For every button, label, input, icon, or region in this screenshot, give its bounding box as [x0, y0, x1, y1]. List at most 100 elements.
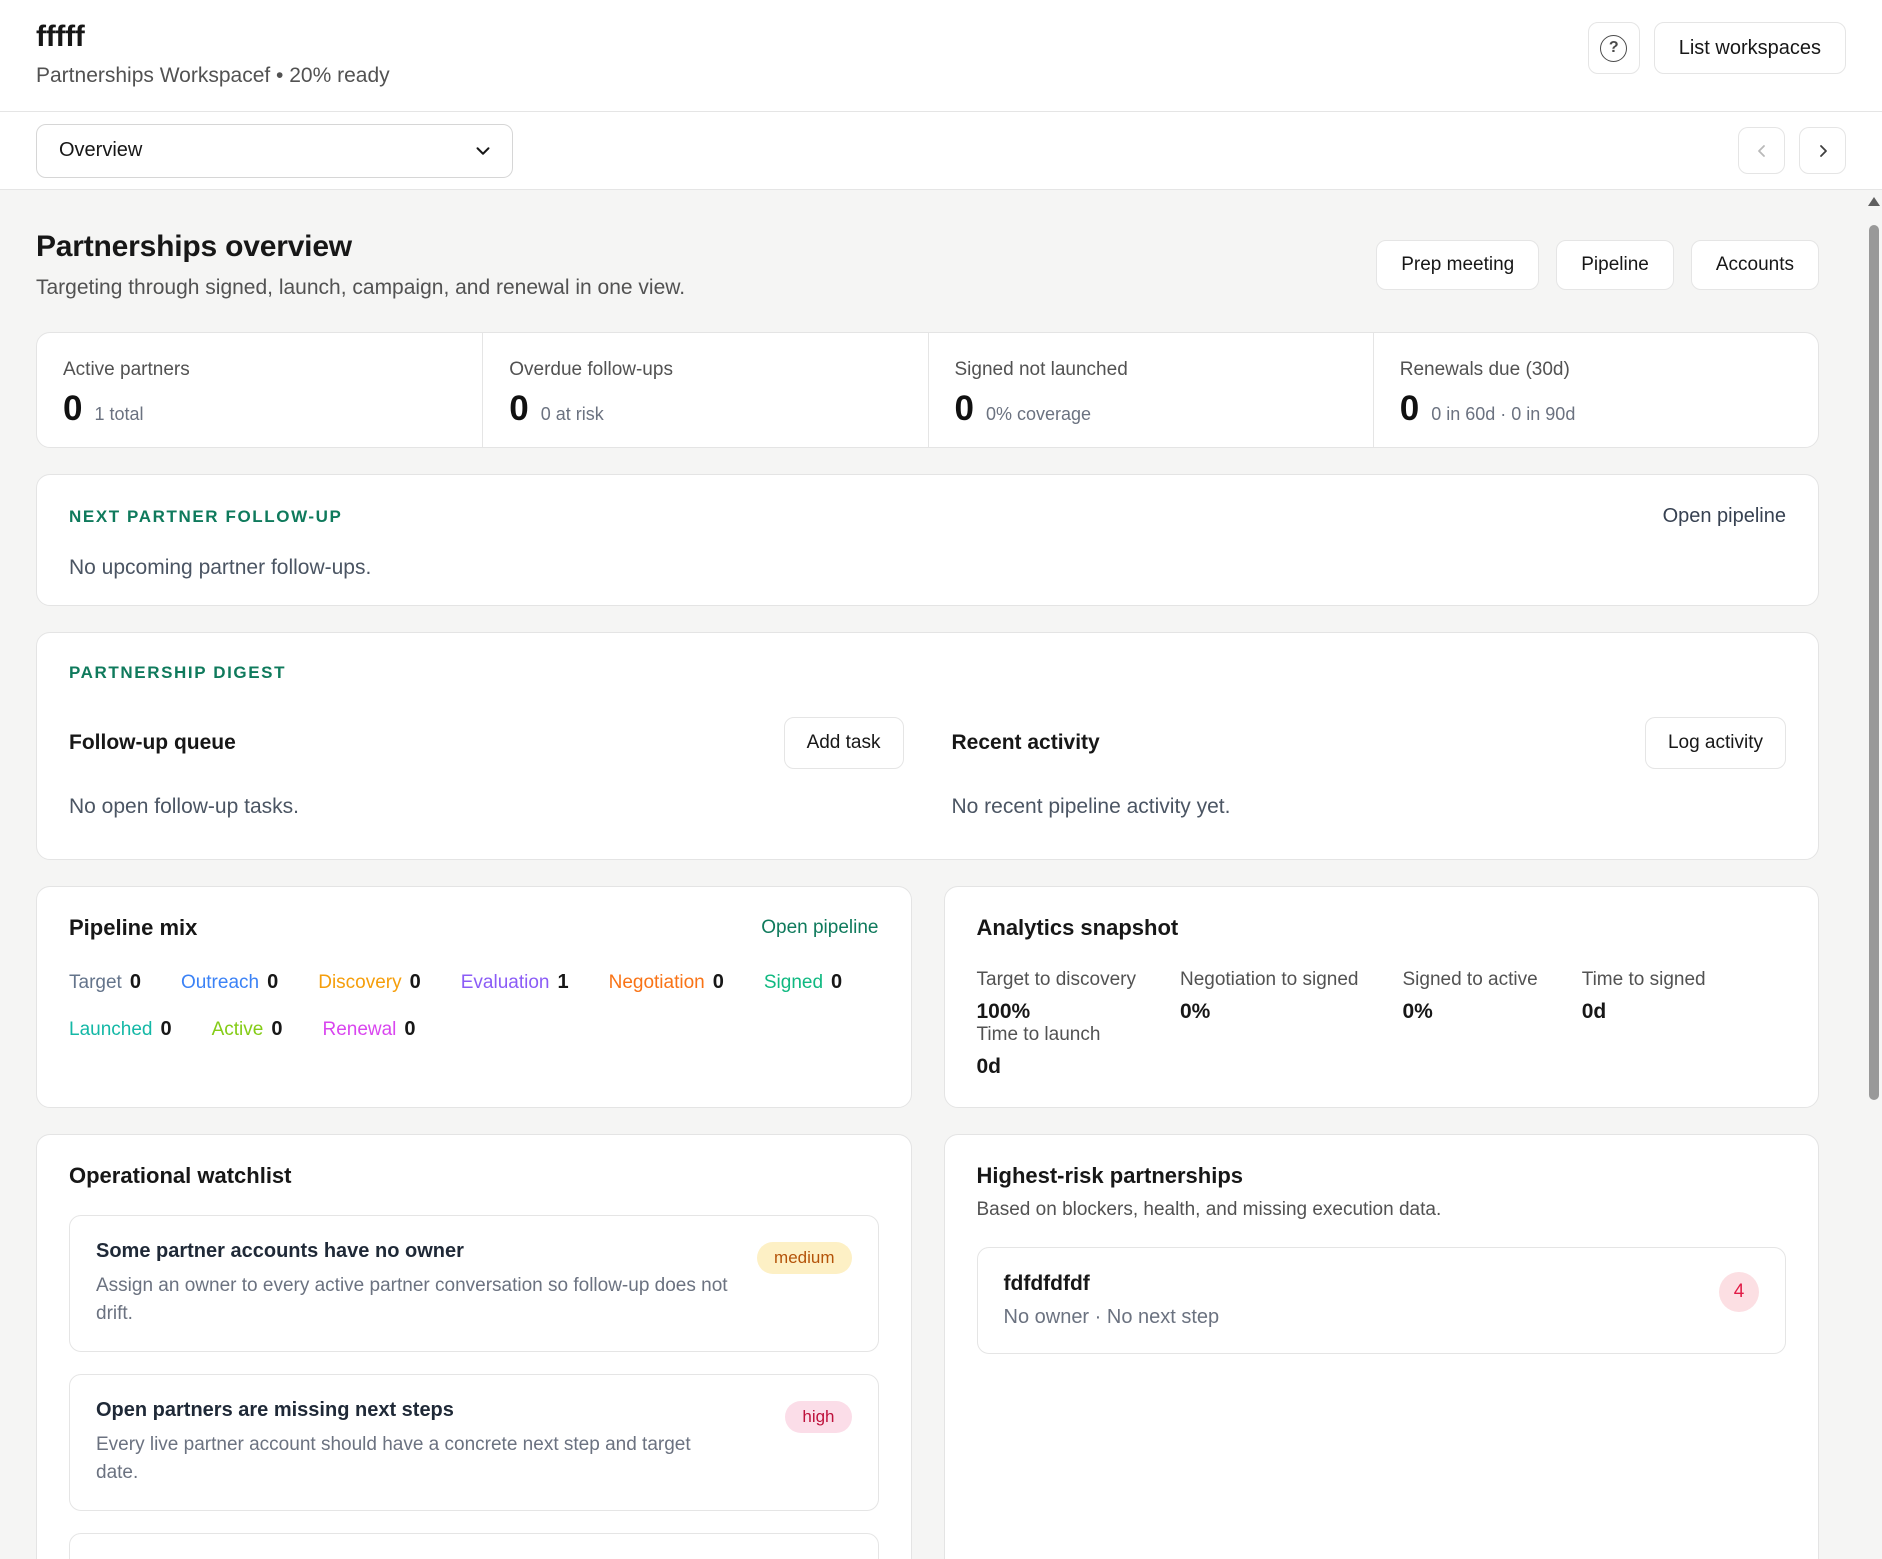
follow-up-queue-empty-text: No open follow-up tasks.: [69, 795, 904, 819]
stage-label: Evaluation: [461, 972, 550, 994]
help-icon: ?: [1600, 35, 1627, 62]
overview-heading-block: Partnerships overview Targeting through …: [36, 230, 685, 300]
pipeline-mix-open-pipeline-link[interactable]: Open pipeline: [761, 917, 878, 939]
prep-meeting-button[interactable]: Prep meeting: [1376, 240, 1539, 290]
metric-value: 0d: [977, 1055, 1101, 1079]
stage-value: 1: [557, 971, 568, 994]
stat-note: 0% coverage: [986, 404, 1091, 425]
next-follow-up-heading: Next partner follow-up: [69, 507, 342, 527]
stage-renewal: Renewal 0: [322, 1018, 415, 1041]
add-task-button[interactable]: Add task: [784, 717, 904, 769]
stage-discovery: Discovery 0: [318, 971, 421, 994]
stat-note: 1 total: [94, 404, 143, 425]
stat-note: 0 at risk: [541, 404, 604, 425]
stage-value: 0: [713, 971, 724, 994]
stage-label: Active: [212, 1019, 264, 1041]
partnership-digest-card: Partnership digest Follow-up queue Add t…: [36, 632, 1819, 860]
metric-label: Time to signed: [1582, 969, 1706, 991]
metric-label: Signed to active: [1402, 969, 1537, 991]
stage-outreach: Outreach 0: [181, 971, 278, 994]
header-actions: ? List workspaces: [1588, 22, 1846, 74]
pipeline-mix-title: Pipeline mix: [69, 915, 197, 941]
metric-signed-to-active: Signed to active 0%: [1402, 969, 1537, 1024]
metric-value: 100%: [977, 1000, 1136, 1024]
stat-renewals-due: Renewals due (30d) 0 0 in 60d · 0 in 90d: [1373, 333, 1818, 447]
severity-badge: medium: [757, 1242, 851, 1274]
stage-value: 0: [404, 1018, 415, 1041]
workspace-identity: fffff Partnerships Workspacef • 20% read…: [36, 20, 390, 88]
stage-label: Renewal: [322, 1019, 396, 1041]
scroll-up-arrow-icon[interactable]: [1868, 197, 1880, 206]
stat-label: Signed not launched: [955, 359, 1373, 381]
kpi-stats-card: Active partners 0 1 total Overdue follow…: [36, 332, 1819, 448]
watchlist-item-text: Some partner accounts have no owner Assi…: [96, 1240, 736, 1327]
severity-badge: high: [785, 1401, 851, 1433]
scrollbar-thumb[interactable]: [1869, 225, 1879, 1100]
list-workspaces-button[interactable]: List workspaces: [1654, 22, 1846, 74]
recent-activity-title: Recent activity: [952, 731, 1100, 755]
watchlist-item-title: Some partner accounts have no owner: [96, 1240, 736, 1263]
metric-value: 0%: [1180, 1000, 1359, 1024]
metric-value: 0d: [1582, 1000, 1706, 1024]
view-selector[interactable]: Overview: [36, 124, 513, 178]
log-activity-button[interactable]: Log activity: [1645, 717, 1786, 769]
stage-label: Negotiation: [609, 972, 705, 994]
risk-count-badge: 4: [1719, 1272, 1759, 1312]
metric-time-to-signed: Time to signed 0d: [1582, 969, 1706, 1024]
watchlist-item-title: Open partners are missing next steps: [96, 1399, 736, 1422]
risk-partner-text: fdfdfdfdf No owner · No next step: [1004, 1272, 1220, 1329]
help-button[interactable]: ?: [1588, 22, 1640, 74]
highest-risk-subtitle: Based on blockers, health, and missing e…: [977, 1199, 1787, 1221]
overview-header: Partnerships overview Targeting through …: [36, 230, 1819, 300]
stage-value: 0: [160, 1018, 171, 1041]
stat-note: 0 in 60d · 0 in 90d: [1431, 404, 1575, 425]
stage-target: Target 0: [69, 971, 141, 994]
workspace-title: fffff: [36, 20, 390, 54]
stat-label: Active partners: [63, 359, 482, 381]
main-content: Partnerships overview Targeting through …: [0, 190, 1819, 1559]
next-view-button[interactable]: [1799, 127, 1846, 174]
metric-value: 0%: [1402, 1000, 1537, 1024]
watchlist-title: Operational watchlist: [69, 1163, 879, 1189]
metric-label: Negotiation to signed: [1180, 969, 1359, 991]
recent-activity-empty-text: No recent pipeline activity yet.: [952, 795, 1787, 819]
stat-value: 0: [1400, 389, 1419, 429]
watchlist-item-description: Every live partner account should have a…: [96, 1431, 736, 1486]
watchlist-item-text: Open partners are missing next steps Eve…: [96, 1399, 736, 1486]
risk-partner-meta: No owner · No next step: [1004, 1306, 1220, 1329]
pipeline-stage-list: Target 0 Outreach 0 Discovery 0 Evaluati…: [69, 971, 879, 1041]
stage-value: 0: [267, 971, 278, 994]
watchlist-item-list: Some partner accounts have no owner Assi…: [69, 1215, 879, 1559]
metric-label: Time to launch: [977, 1024, 1101, 1046]
watchlist-item[interactable]: Some partner accounts have no owner Assi…: [69, 1215, 879, 1352]
analytics-title: Analytics snapshot: [977, 915, 1787, 941]
stat-value: 0: [509, 389, 528, 429]
watchlist-item-description: Assign an owner to every active partner …: [96, 1272, 736, 1327]
stage-value: 0: [831, 971, 842, 994]
analytics-metric-list: Target to discovery 100% Negotiation to …: [977, 969, 1787, 1079]
app-header: fffff Partnerships Workspacef • 20% read…: [0, 0, 1882, 112]
stage-label: Discovery: [318, 972, 401, 994]
open-pipeline-link[interactable]: Open pipeline: [1663, 505, 1786, 528]
risk-partner-item[interactable]: fdfdfdfdf No owner · No next step 4: [977, 1247, 1787, 1354]
stage-signed: Signed 0: [764, 971, 842, 994]
recent-activity-column: Recent activity Log activity No recent p…: [952, 717, 1787, 819]
stage-negotiation: Negotiation 0: [609, 971, 724, 994]
watchlist-item[interactable]: Open partners are missing next steps Eve…: [69, 1374, 879, 1511]
scrollbar[interactable]: [1866, 191, 1882, 1559]
operational-watchlist-card: Operational watchlist Some partner accou…: [36, 1134, 912, 1559]
stage-value: 0: [410, 971, 421, 994]
stage-evaluation: Evaluation 1: [461, 971, 569, 994]
watchlist-item[interactable]: Some partner deals are missing contact-m…: [69, 1533, 879, 1559]
accounts-button[interactable]: Accounts: [1691, 240, 1819, 290]
metric-target-to-discovery: Target to discovery 100%: [977, 969, 1136, 1024]
digest-heading: Partnership digest: [69, 663, 1786, 683]
stage-label: Launched: [69, 1019, 152, 1041]
follow-up-queue-column: Follow-up queue Add task No open follow-…: [69, 717, 904, 819]
view-selector-value: Overview: [59, 139, 142, 162]
stage-label: Signed: [764, 972, 823, 994]
previous-view-button[interactable]: [1738, 127, 1785, 174]
pipeline-button[interactable]: Pipeline: [1556, 240, 1674, 290]
overview-actions: Prep meeting Pipeline Accounts: [1376, 240, 1819, 290]
metric-label: Target to discovery: [977, 969, 1136, 991]
